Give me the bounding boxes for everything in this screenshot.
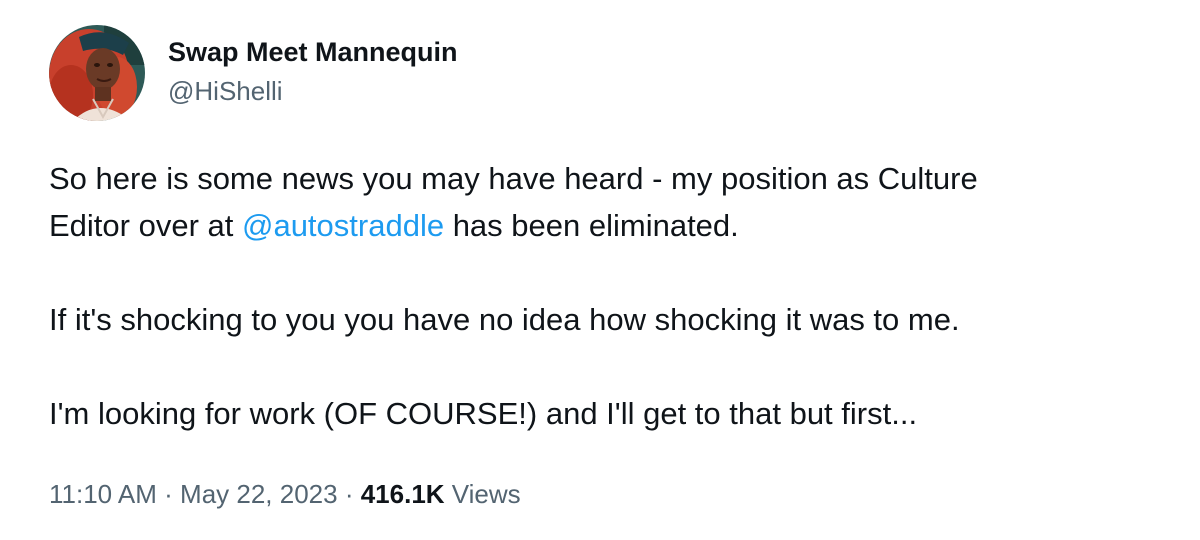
- tweet-line-2-start: Editor over at: [49, 208, 242, 243]
- tweet-metadata: 11:10 AM · May 22, 2023 · 416.1K Views: [49, 476, 521, 512]
- tweet-line-1: So here is some news you may have heard …: [49, 161, 978, 196]
- tweet-time[interactable]: 11:10 AM: [49, 479, 157, 509]
- author-display-name[interactable]: Swap Meet Mannequin: [168, 35, 458, 69]
- author-handle[interactable]: @HiShelli: [168, 75, 283, 107]
- meta-separator: ·: [337, 479, 361, 509]
- avatar-image: [49, 25, 145, 121]
- tweet-paragraph-3: I'm looking for work (OF COURSE!) and I'…: [49, 396, 918, 431]
- tweet-card: Swap Meet Mannequin @HiShelli So here is…: [0, 0, 1200, 540]
- tweet-paragraph-1: So here is some news you may have heard …: [49, 155, 1159, 249]
- views-link[interactable]: 416.1K Views: [361, 479, 521, 509]
- tweet-date[interactable]: May 22, 2023: [180, 479, 338, 509]
- views-label: Views: [444, 479, 521, 509]
- tweet-text: So here is some news you may have heard …: [49, 155, 1159, 437]
- mention-link[interactable]: @autostraddle: [242, 208, 444, 243]
- tweet-line-2-end: has been eliminated.: [444, 208, 739, 243]
- avatar[interactable]: [49, 25, 145, 121]
- views-count: 416.1K: [360, 479, 445, 509]
- tweet-paragraph-2: If it's shocking to you you have no idea…: [49, 302, 960, 337]
- meta-separator: ·: [156, 479, 181, 509]
